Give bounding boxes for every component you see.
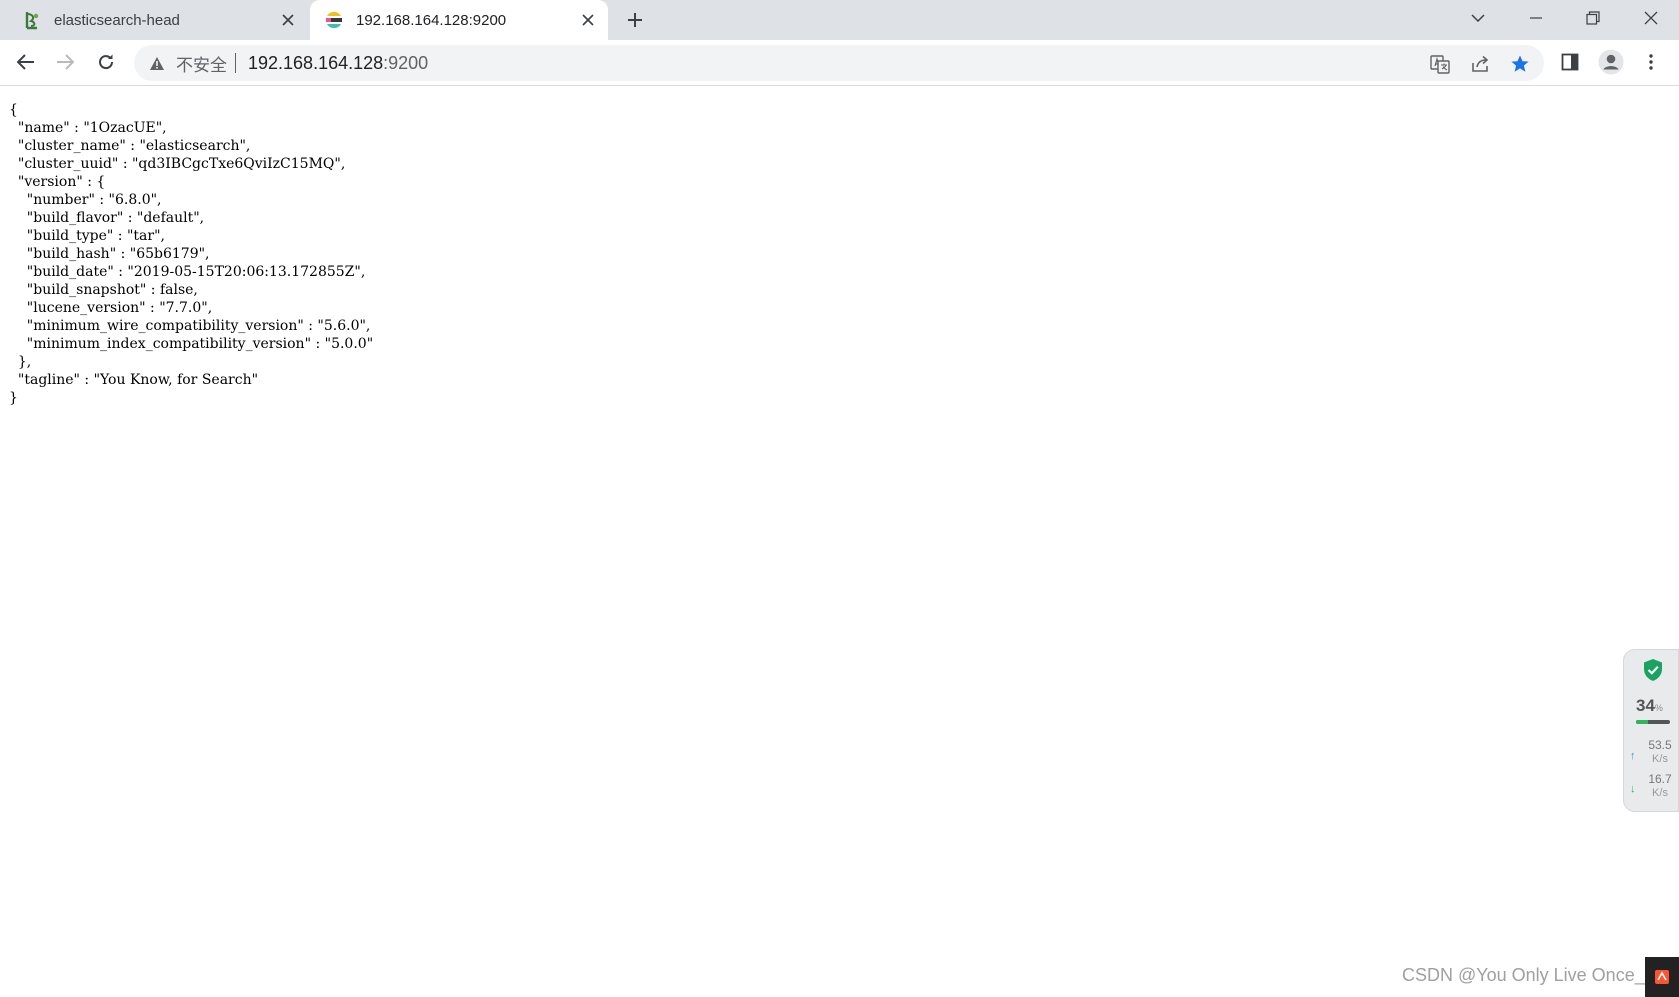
security-label[interactable]: 不安全 [176, 51, 227, 76]
close-icon[interactable] [576, 8, 600, 32]
csdn-watermark: CSDN @You Only Live Once_2 [1402, 965, 1655, 985]
share-icon[interactable] [1468, 52, 1492, 76]
bookmark-star-icon[interactable] [1508, 52, 1532, 76]
new-tab-button[interactable] [620, 6, 650, 34]
menu-kebab-icon[interactable] [1634, 45, 1668, 79]
json-response: { "name" : "1OzacUE", "cluster_name" : "… [9, 102, 374, 406]
tab-strip: elasticsearch-head 192.168.164.128:9200 [0, 0, 1679, 40]
url-port[interactable]: :9200 [383, 53, 428, 74]
usage-value: 34 [1636, 696, 1655, 715]
tab-title: 192.168.164.128:9200 [356, 11, 507, 29]
download-unit: K/s [1652, 787, 1668, 799]
address-bar[interactable]: 不安全 192.168.164.128:9200 [134, 45, 1544, 81]
page-content: { "name" : "1OzacUE", "cluster_name" : "… [0, 87, 1679, 997]
tab-title: elasticsearch-head [54, 11, 180, 29]
restore-button[interactable] [1565, 0, 1621, 36]
elasticsearch-head-icon [22, 10, 42, 30]
url-host[interactable]: 192.168.164.128 [248, 53, 383, 74]
usage-bar-fill [1636, 720, 1648, 724]
upload-arrow-icon: ↑ [1630, 750, 1636, 762]
minimize-button[interactable] [1508, 0, 1564, 36]
csdn-badge-icon [1645, 957, 1679, 997]
forward-button[interactable] [48, 45, 82, 79]
profile-avatar[interactable] [1594, 45, 1628, 79]
usage-percent: 34% [1636, 696, 1663, 716]
browser-toolbar: 不安全 192.168.164.128:9200 [0, 40, 1679, 86]
warning-icon[interactable] [148, 54, 166, 72]
tab-localhost-9200[interactable]: 192.168.164.128:9200 [310, 0, 608, 40]
elastic-logo-icon [324, 10, 344, 30]
separator [235, 53, 236, 73]
upload-value: 53.5 [1648, 738, 1672, 752]
translate-icon[interactable] [1428, 52, 1452, 76]
download-rate: 16.7 K/s [1640, 772, 1679, 800]
download-arrow-icon: ↓ [1630, 783, 1636, 795]
network-monitor-widget[interactable]: 34% ↑ 53.5 K/s ↓ 16.7 K/s [1623, 649, 1679, 812]
upload-unit: K/s [1652, 753, 1668, 765]
usage-bar [1636, 720, 1670, 724]
back-button[interactable] [9, 45, 43, 79]
upload-rate: 53.5 K/s [1640, 738, 1679, 766]
download-value: 16.7 [1648, 772, 1672, 786]
tab-search-chevron-icon[interactable] [1450, 0, 1506, 36]
tab-elasticsearch-head[interactable]: elasticsearch-head [8, 0, 308, 40]
close-icon[interactable] [276, 8, 300, 32]
shield-check-icon [1644, 659, 1662, 681]
reload-button[interactable] [89, 45, 123, 79]
close-window-button[interactable] [1623, 0, 1679, 36]
side-panel-icon[interactable] [1553, 45, 1587, 79]
usage-symbol: % [1654, 703, 1663, 713]
